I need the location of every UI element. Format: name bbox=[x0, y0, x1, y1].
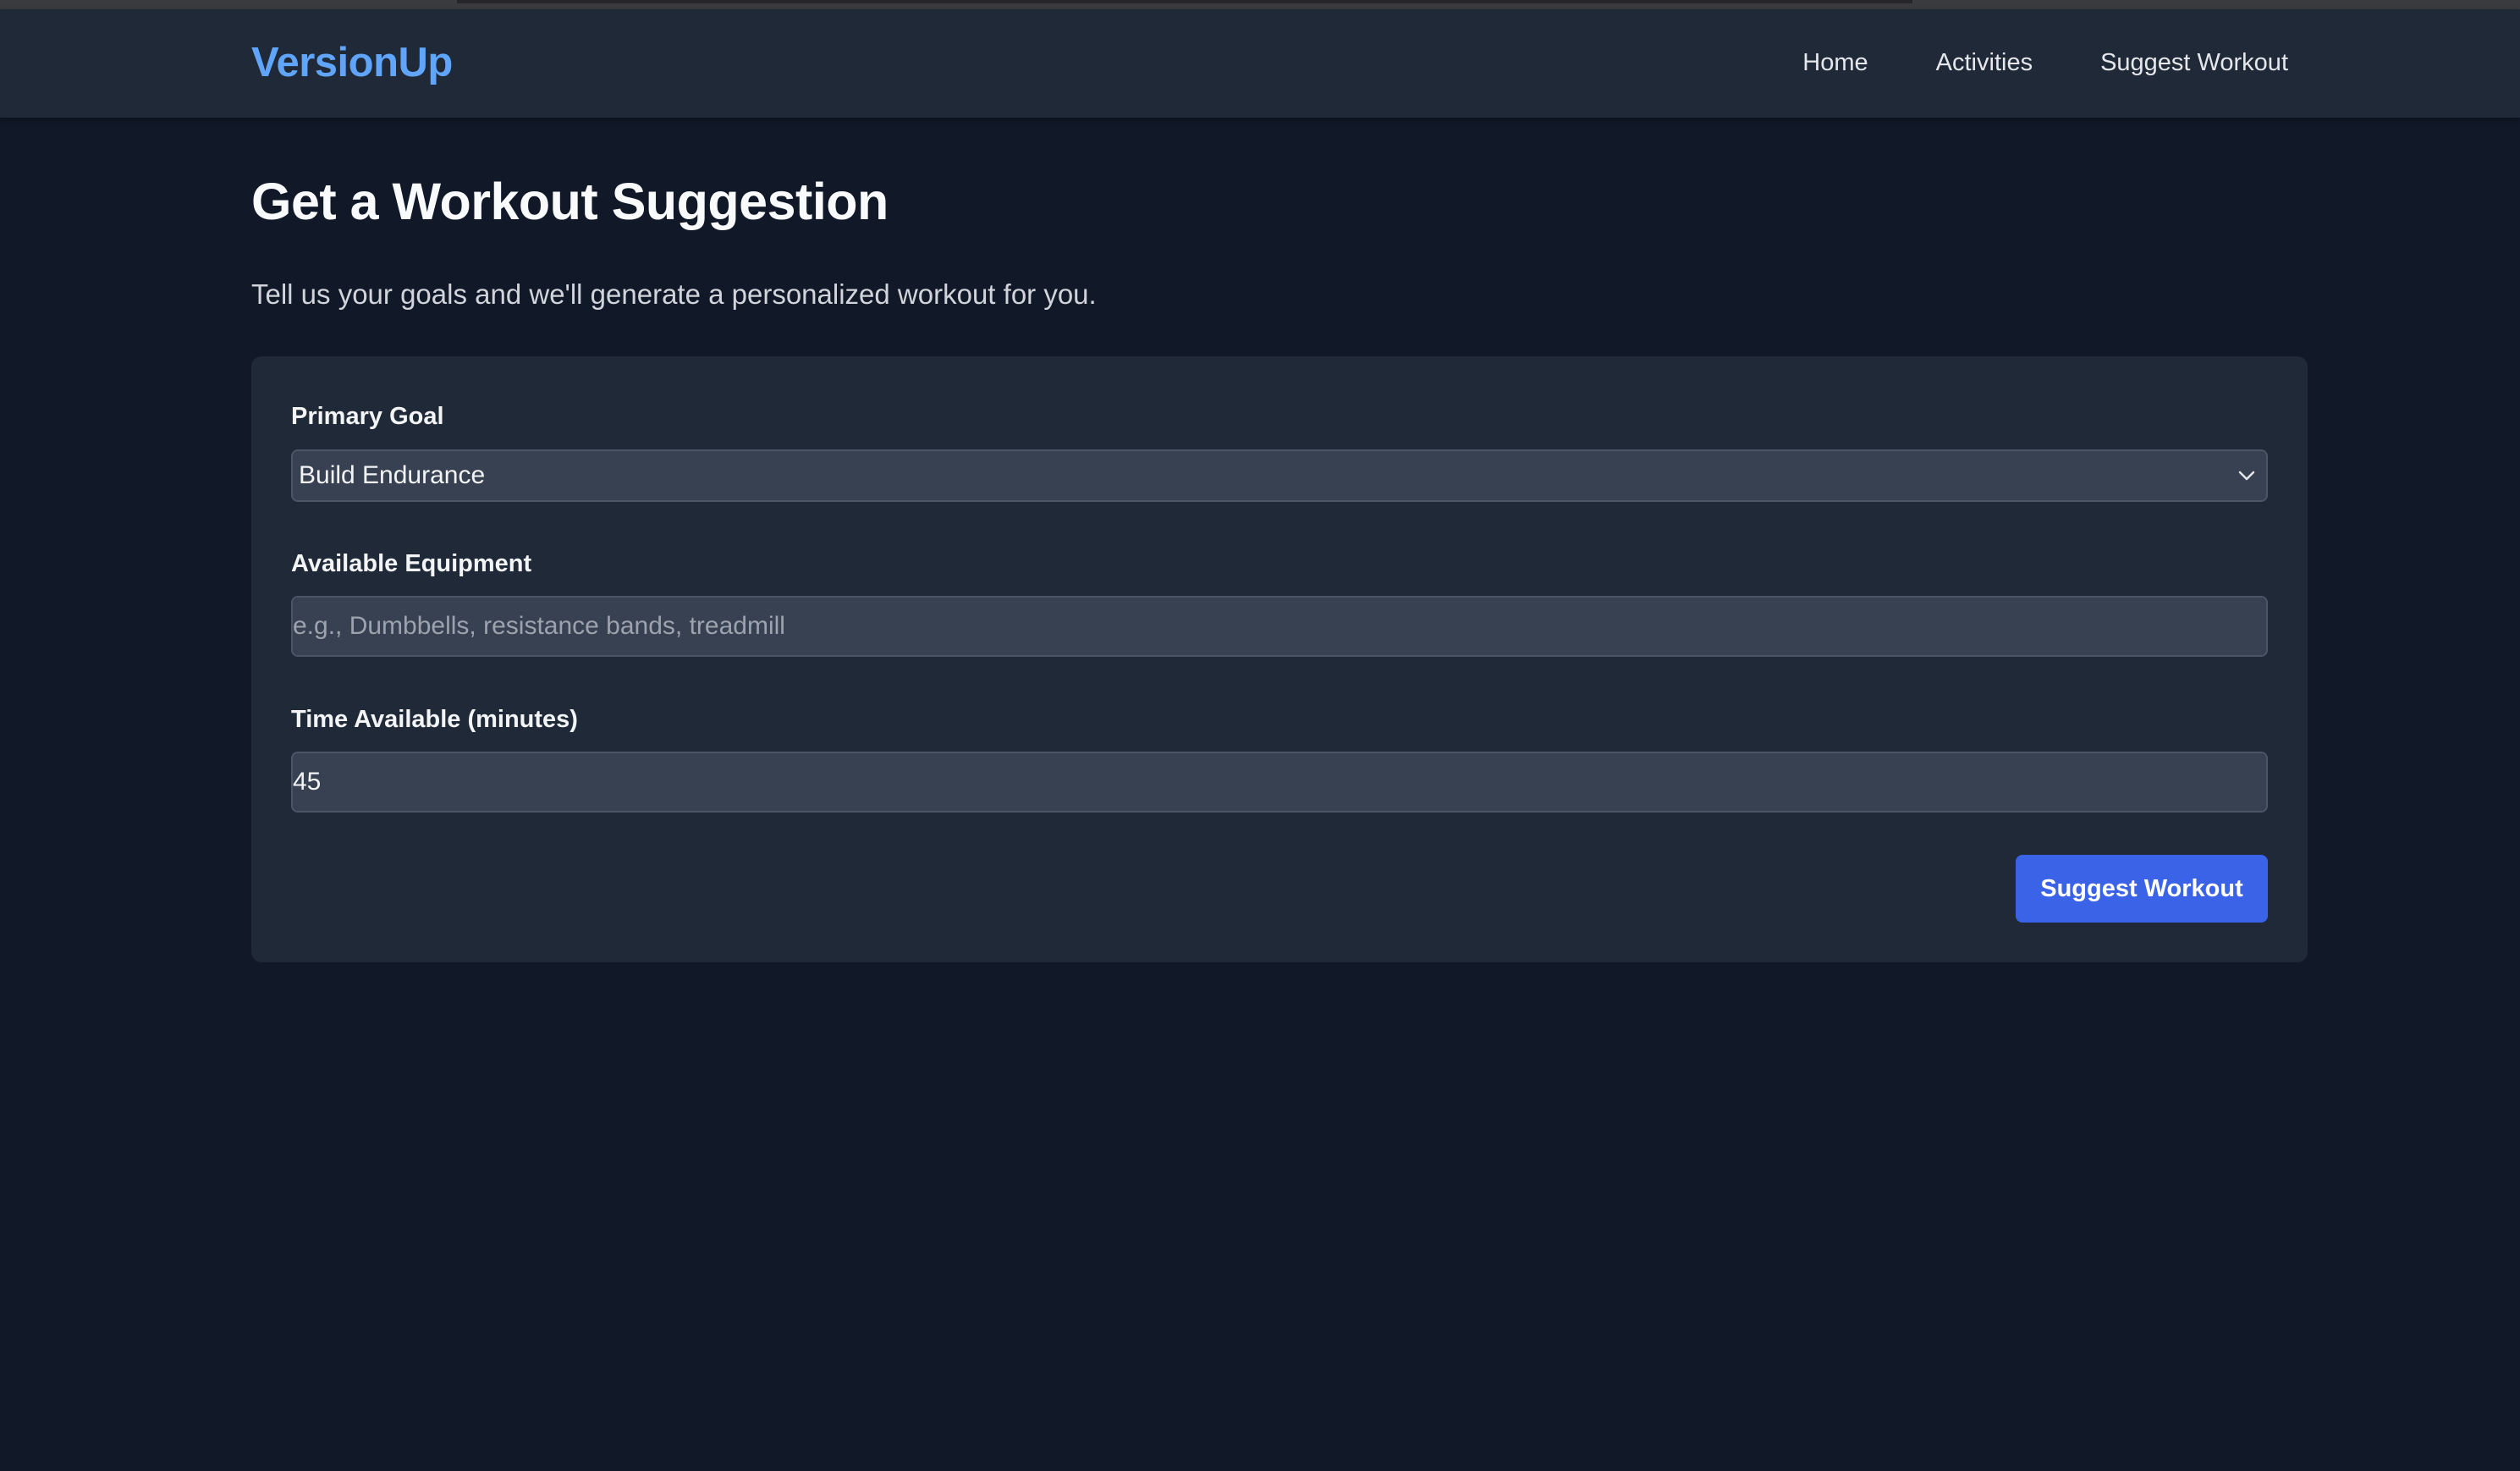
available-equipment-input[interactable] bbox=[291, 596, 2268, 657]
available-equipment-label: Available Equipment bbox=[291, 550, 532, 577]
primary-goal-select[interactable]: Build Endurance bbox=[291, 449, 2268, 502]
nav-link-home[interactable]: Home bbox=[1802, 51, 1868, 75]
workout-form-card: Primary Goal Build Endurance Available E… bbox=[251, 356, 2308, 962]
brand-logo[interactable]: VersionUp bbox=[251, 42, 453, 84]
page-subtitle: Tell us your goals and we'll generate a … bbox=[251, 278, 1097, 310]
primary-goal-label: Primary Goal bbox=[291, 403, 444, 430]
navbar: VersionUp Home Activities Suggest Workou… bbox=[0, 9, 2520, 118]
primary-goal-selected-value: Build Endurance bbox=[299, 461, 486, 489]
page-title: Get a Workout Suggestion bbox=[251, 173, 889, 230]
suggest-workout-button[interactable]: Suggest Workout bbox=[2016, 855, 2268, 923]
nav-link-activities[interactable]: Activities bbox=[1936, 51, 2033, 75]
window-top-strip-inner bbox=[457, 0, 1912, 3]
time-available-label: Time Available (minutes) bbox=[291, 706, 578, 733]
time-available-input[interactable] bbox=[291, 752, 2268, 813]
nav-link-suggest-workout[interactable]: Suggest Workout bbox=[2100, 51, 2288, 75]
window-top-strip bbox=[0, 0, 2520, 9]
nav-links: Home Activities Suggest Workout bbox=[1802, 51, 2288, 75]
chevron-down-icon bbox=[2232, 461, 2261, 490]
